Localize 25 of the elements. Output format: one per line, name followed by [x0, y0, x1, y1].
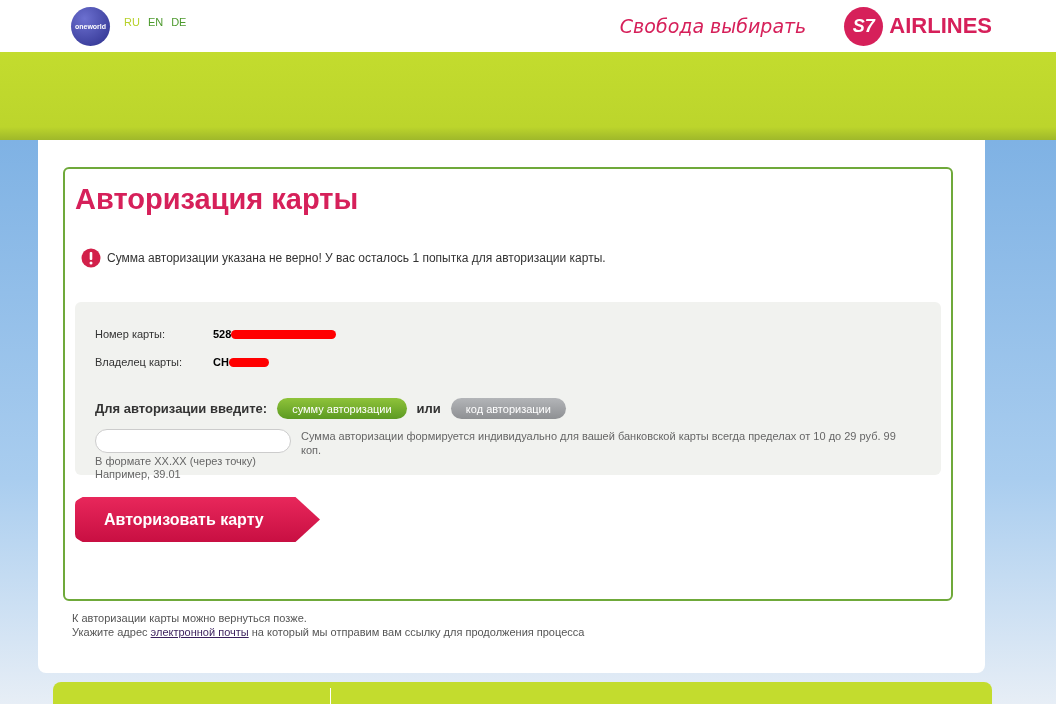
- field-value: CH: [213, 356, 229, 368]
- email-note: Укажите адрес электронной почты на который мы отправим вам ссылку для продолжения процесса: [72, 625, 586, 639]
- field-label: Владелец карты:: [95, 356, 183, 368]
- redaction-mark: [228, 357, 269, 367]
- field-label: Номер карты:: [95, 328, 166, 340]
- slogan: Свобода выбирать: [619, 15, 807, 37]
- amount-hint: Сумма авторизации формируется индивидуально для вашей банковской карты всегда пределах от 10 до 29 руб. 99 коп.: [301, 429, 897, 458]
- error-message: Сумма авторизации указана не верно! У вас осталось 1 попытка для авторизации карты.: [107, 251, 606, 265]
- error-icon: [81, 248, 101, 268]
- return-note: К авторизации карты можно вернуться позже.: [72, 611, 308, 625]
- method-toggle[interactable]: сумму авторизации: [277, 398, 407, 419]
- example-note: Например, 39.01: [95, 468, 182, 481]
- or-label: или: [416, 401, 441, 416]
- page-title: Авторизация карты: [75, 183, 360, 216]
- method-label: Для авторизации введите:: [95, 401, 268, 416]
- email-link[interactable]: электронной почты: [150, 626, 249, 638]
- language-link[interactable]: EN: [147, 16, 164, 28]
- brand-name: AIRLINES: [889, 13, 992, 39]
- method-toggle[interactable]: код авторизации: [450, 398, 566, 419]
- field-value: 528: [213, 328, 232, 340]
- authorize-button[interactable]: Авторизовать карту: [75, 497, 320, 542]
- language-link[interactable]: DE: [171, 16, 187, 28]
- format-note: В формате XX.XX (через точку): [95, 455, 257, 468]
- brand-logo-badge: S7: [844, 6, 884, 46]
- amount-input[interactable]: [95, 429, 291, 453]
